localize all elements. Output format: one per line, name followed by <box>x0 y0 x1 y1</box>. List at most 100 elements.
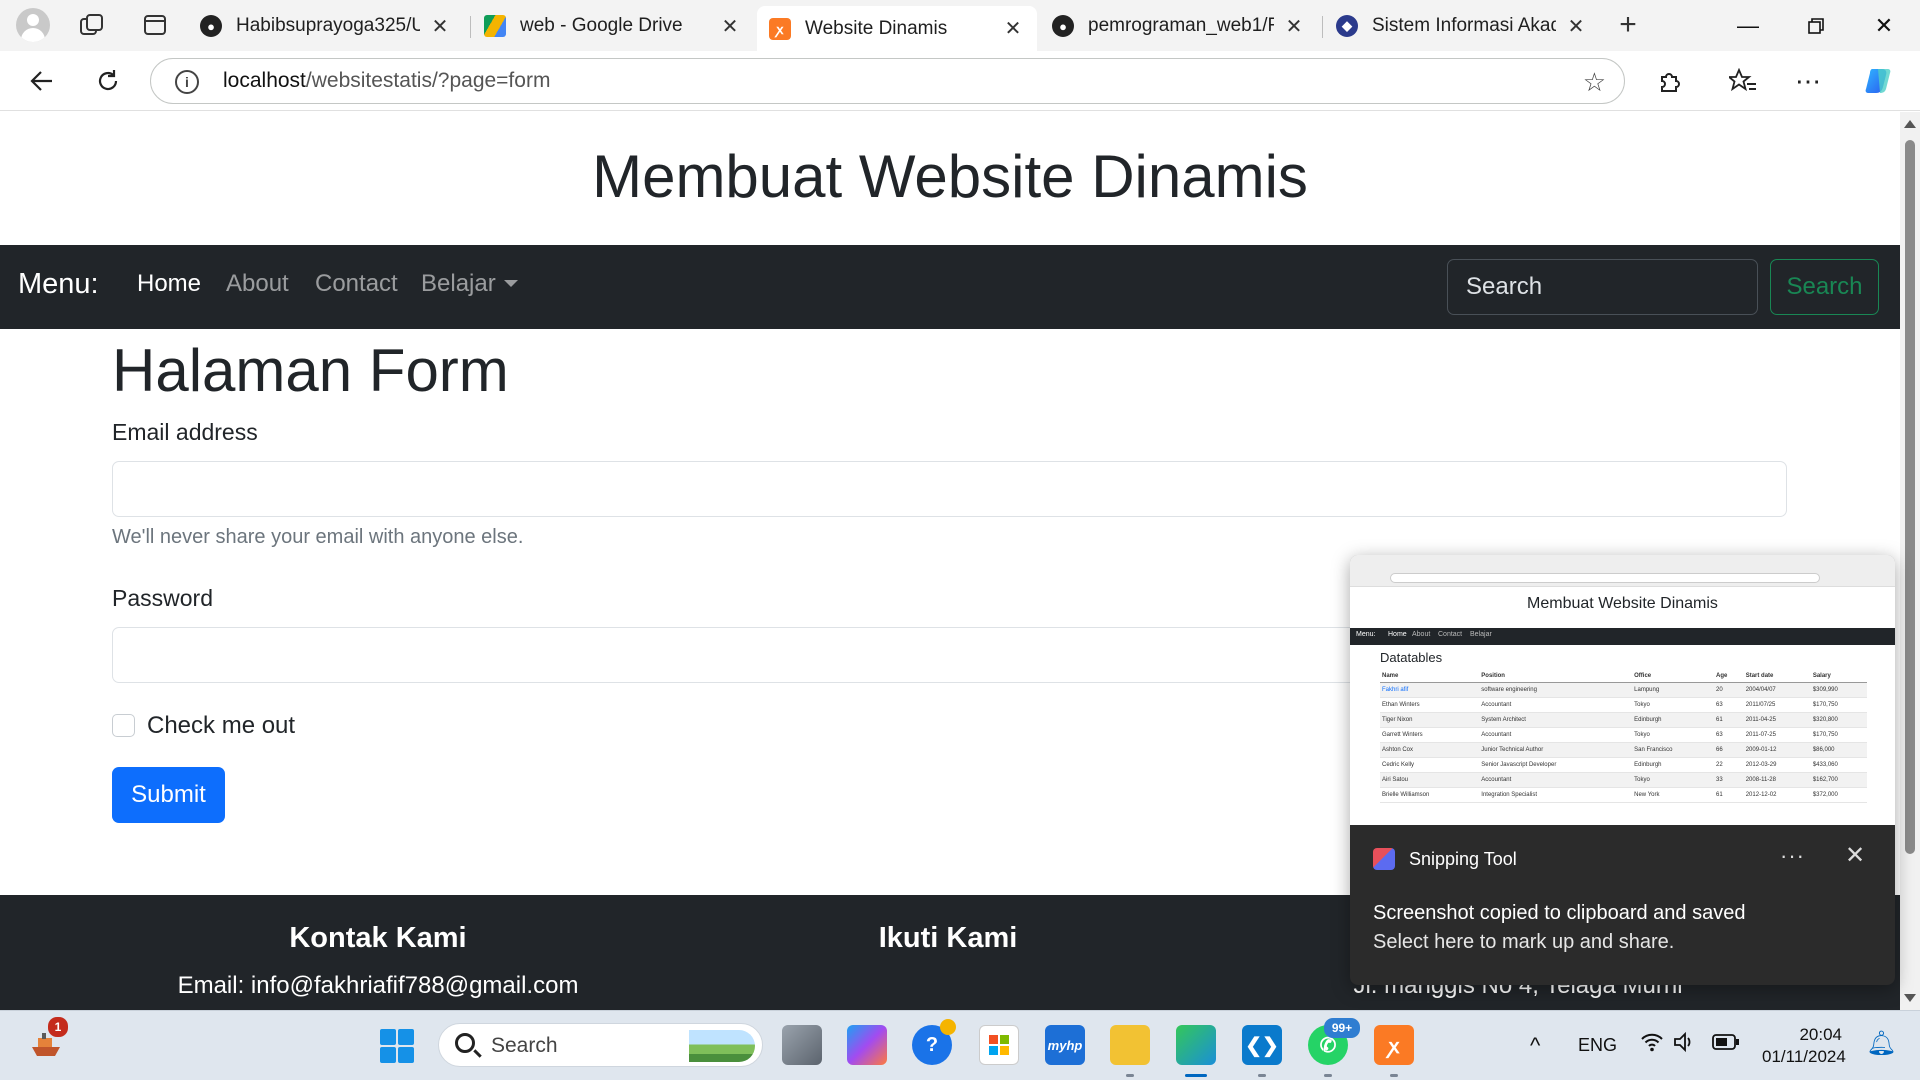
toast-message: Screenshot copied to clipboard and saved <box>1373 902 1746 924</box>
thumbnail-table-row: Tiger Nixon System Architect Edinburgh 61 20… <box>1380 712 1867 728</box>
thumbnail-table-cell: Ethan Winters <box>1380 697 1480 713</box>
thumbnail-table-cell: 2012-03-29 <box>1743 757 1811 773</box>
search-highlight-image <box>689 1030 755 1062</box>
thumbnail-table-cell: Tokyo <box>1632 727 1715 743</box>
tab-website-dinamis[interactable]: ꭗ Website Dinamis ✕ <box>757 6 1037 51</box>
address-bar[interactable]: i localhost/websitestatis/?page=form ☆ <box>150 58 1625 104</box>
thumbnail-table-cell: Edinburgh <box>1632 757 1715 773</box>
nav-home[interactable]: Home <box>137 270 201 298</box>
nav-belajar-dropdown[interactable]: Belajar <box>421 270 518 298</box>
close-window-button[interactable]: ✕ <box>1852 0 1916 51</box>
edge-browser-icon[interactable] <box>1176 1025 1216 1065</box>
toast-sub-message: Select here to mark up and share. <box>1373 931 1675 953</box>
close-tab-icon[interactable]: ✕ <box>428 14 452 39</box>
tab-github-uts[interactable]: ● Habibsuprayoga325/UTS_Pemrograman_Web1… <box>188 6 464 46</box>
thumbnail-table-cell: Garrett Winters <box>1380 727 1480 743</box>
tab-google-drive[interactable]: web - Google Drive ✕ <box>472 6 754 46</box>
thumbnail-table-row: Ashton Cox Junior Technical Author San Fra… <box>1380 742 1867 758</box>
toast-more-options-icon[interactable]: ··· <box>1780 843 1805 869</box>
close-tab-icon[interactable]: ✕ <box>718 14 742 39</box>
email-field[interactable] <box>112 461 1787 517</box>
xampp-taskbar-icon[interactable]: ꭗ <box>1374 1025 1414 1065</box>
thumbnail-table-cell: Accountant <box>1479 772 1633 788</box>
thumbnail-table-cell: Tiger Nixon <box>1380 712 1480 728</box>
favorites-list-icon <box>1729 68 1756 92</box>
browser-toolbar: i localhost/websitestatis/?page=form ☆ ⋯ <box>0 51 1920 111</box>
back-button[interactable] <box>22 61 62 101</box>
favorite-star-icon[interactable]: ☆ <box>1583 67 1606 98</box>
language-indicator[interactable]: ENG <box>1578 1035 1617 1056</box>
wifi-icon[interactable] <box>1640 1031 1664 1058</box>
thumbnail-navbar: Menu: Home About Contact Belajar <box>1350 628 1895 645</box>
copilot-taskbar-icon[interactable] <box>847 1025 887 1065</box>
thumbnail-column-header: Office <box>1632 670 1715 683</box>
thumbnail-table-cell: Tokyo <box>1632 697 1715 713</box>
thumbnail-column-header: Salary <box>1810 670 1867 683</box>
microsoft-store-icon[interactable] <box>979 1025 1019 1065</box>
widgets-badge: 1 <box>48 1017 68 1037</box>
toast-app-name: Snipping Tool <box>1373 848 1517 870</box>
scroll-up-icon[interactable] <box>1904 120 1916 128</box>
tab-actions-button[interactable] <box>135 7 175 43</box>
refresh-button[interactable] <box>88 61 128 101</box>
site-info-icon[interactable]: i <box>175 70 199 94</box>
vscode-icon[interactable]: ❮❯ <box>1242 1025 1282 1065</box>
tab-github-pemrograman[interactable]: ● pemrograman_web1/README.md ✕ <box>1040 6 1318 46</box>
volume-icon[interactable] <box>1672 1031 1696 1058</box>
navbar-search-button[interactable]: Search <box>1770 259 1879 315</box>
taskbar: 1 Search ? myhp ❮❯ ✆ 99+ ꭗ ^ ENG 20:04 0… <box>0 1010 1920 1080</box>
url-text: localhost/websitestatis/?page=form <box>223 69 551 92</box>
toast-close-icon[interactable]: ✕ <box>1845 841 1865 870</box>
page-scrollbar[interactable] <box>1900 112 1920 1010</box>
check-me-out-label[interactable]: Check me out <box>147 712 295 740</box>
navbar-brand[interactable]: Menu: <box>18 268 99 301</box>
email-label: Email address <box>112 419 258 445</box>
close-tab-icon[interactable]: ✕ <box>1282 14 1306 39</box>
notification-bell-icon[interactable]: 🔔︎ <box>1866 1029 1896 1058</box>
submit-button[interactable]: Submit <box>112 767 225 823</box>
close-tab-icon[interactable]: ✕ <box>1001 16 1025 41</box>
myhp-icon[interactable]: myhp <box>1045 1025 1085 1065</box>
new-tab-button[interactable]: + <box>1608 8 1648 44</box>
navbar-search-input[interactable] <box>1447 259 1758 315</box>
refresh-icon <box>98 70 118 91</box>
taskbar-search[interactable]: Search <box>438 1023 763 1067</box>
thumbnail-table-cell: Junior Technical Author <box>1479 742 1633 758</box>
snipping-tool-notification[interactable]: Membuat Website Dinamis Menu: Home About… <box>1350 555 1895 985</box>
thumbnail-table-cell: 22 <box>1714 757 1744 773</box>
restore-button[interactable] <box>1784 0 1848 51</box>
tab-sistem-akademik[interactable]: ◆ Sistem Informasi Akademik ✕ <box>1324 6 1600 46</box>
more-menu-button[interactable]: ⋯ <box>1788 61 1828 101</box>
workspaces-icon <box>80 14 103 35</box>
system-clock[interactable]: 20:04 01/11/2024 <box>1762 1024 1846 1068</box>
profile-button[interactable] <box>13 7 53 43</box>
thumbnail-column-header: Position <box>1479 670 1633 683</box>
thumbnail-table-cell: 2011-04-25 <box>1743 712 1811 728</box>
file-explorer-icon[interactable] <box>1110 1025 1150 1065</box>
extensions-button[interactable] <box>1650 61 1690 101</box>
thumbnail-table-cell: 2012-12-02 <box>1743 787 1811 803</box>
check-me-out-checkbox[interactable] <box>112 714 135 737</box>
thumbnail-table-cell: System Architect <box>1479 712 1633 728</box>
screenshot-thumbnail[interactable]: Membuat Website Dinamis Menu: Home About… <box>1350 555 1895 825</box>
thumbnail-table-cell: Edinburgh <box>1632 712 1715 728</box>
workspaces-button[interactable] <box>72 7 112 43</box>
whatsapp-badge: 99+ <box>1324 1018 1360 1038</box>
thumbnail-datatable: Name Position Office Age Start date Salary Fa… <box>1380 670 1867 803</box>
show-hidden-icons-chevron-icon[interactable]: ^ <box>1530 1033 1540 1059</box>
task-view-icon[interactable] <box>782 1025 822 1065</box>
minimize-button[interactable]: — <box>1716 0 1780 51</box>
copilot-button[interactable] <box>1860 61 1900 101</box>
scrollbar-thumb[interactable] <box>1905 140 1915 854</box>
start-button[interactable] <box>380 1029 414 1063</box>
battery-icon[interactable] <box>1712 1033 1740 1056</box>
thumbnail-table-cell: Tokyo <box>1632 772 1715 788</box>
clock-time: 20:04 <box>1799 1025 1842 1044</box>
close-tab-icon[interactable]: ✕ <box>1564 14 1588 39</box>
thumbnail-column-header: Start date <box>1743 670 1811 683</box>
nav-contact[interactable]: Contact <box>315 270 398 298</box>
nav-about[interactable]: About <box>226 270 289 298</box>
scroll-down-icon[interactable] <box>1904 994 1916 1002</box>
back-arrow-icon <box>30 71 52 91</box>
favorites-button[interactable] <box>1723 61 1763 101</box>
